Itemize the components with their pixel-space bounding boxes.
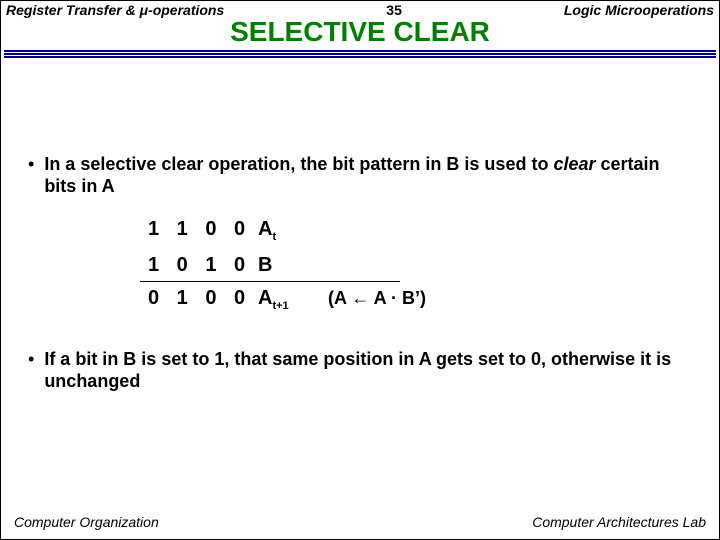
slide-footer: Computer Organization Computer Architect… (0, 514, 720, 530)
footer-right: Computer Architectures Lab (532, 514, 706, 530)
footer-left: Computer Organization (14, 514, 159, 530)
